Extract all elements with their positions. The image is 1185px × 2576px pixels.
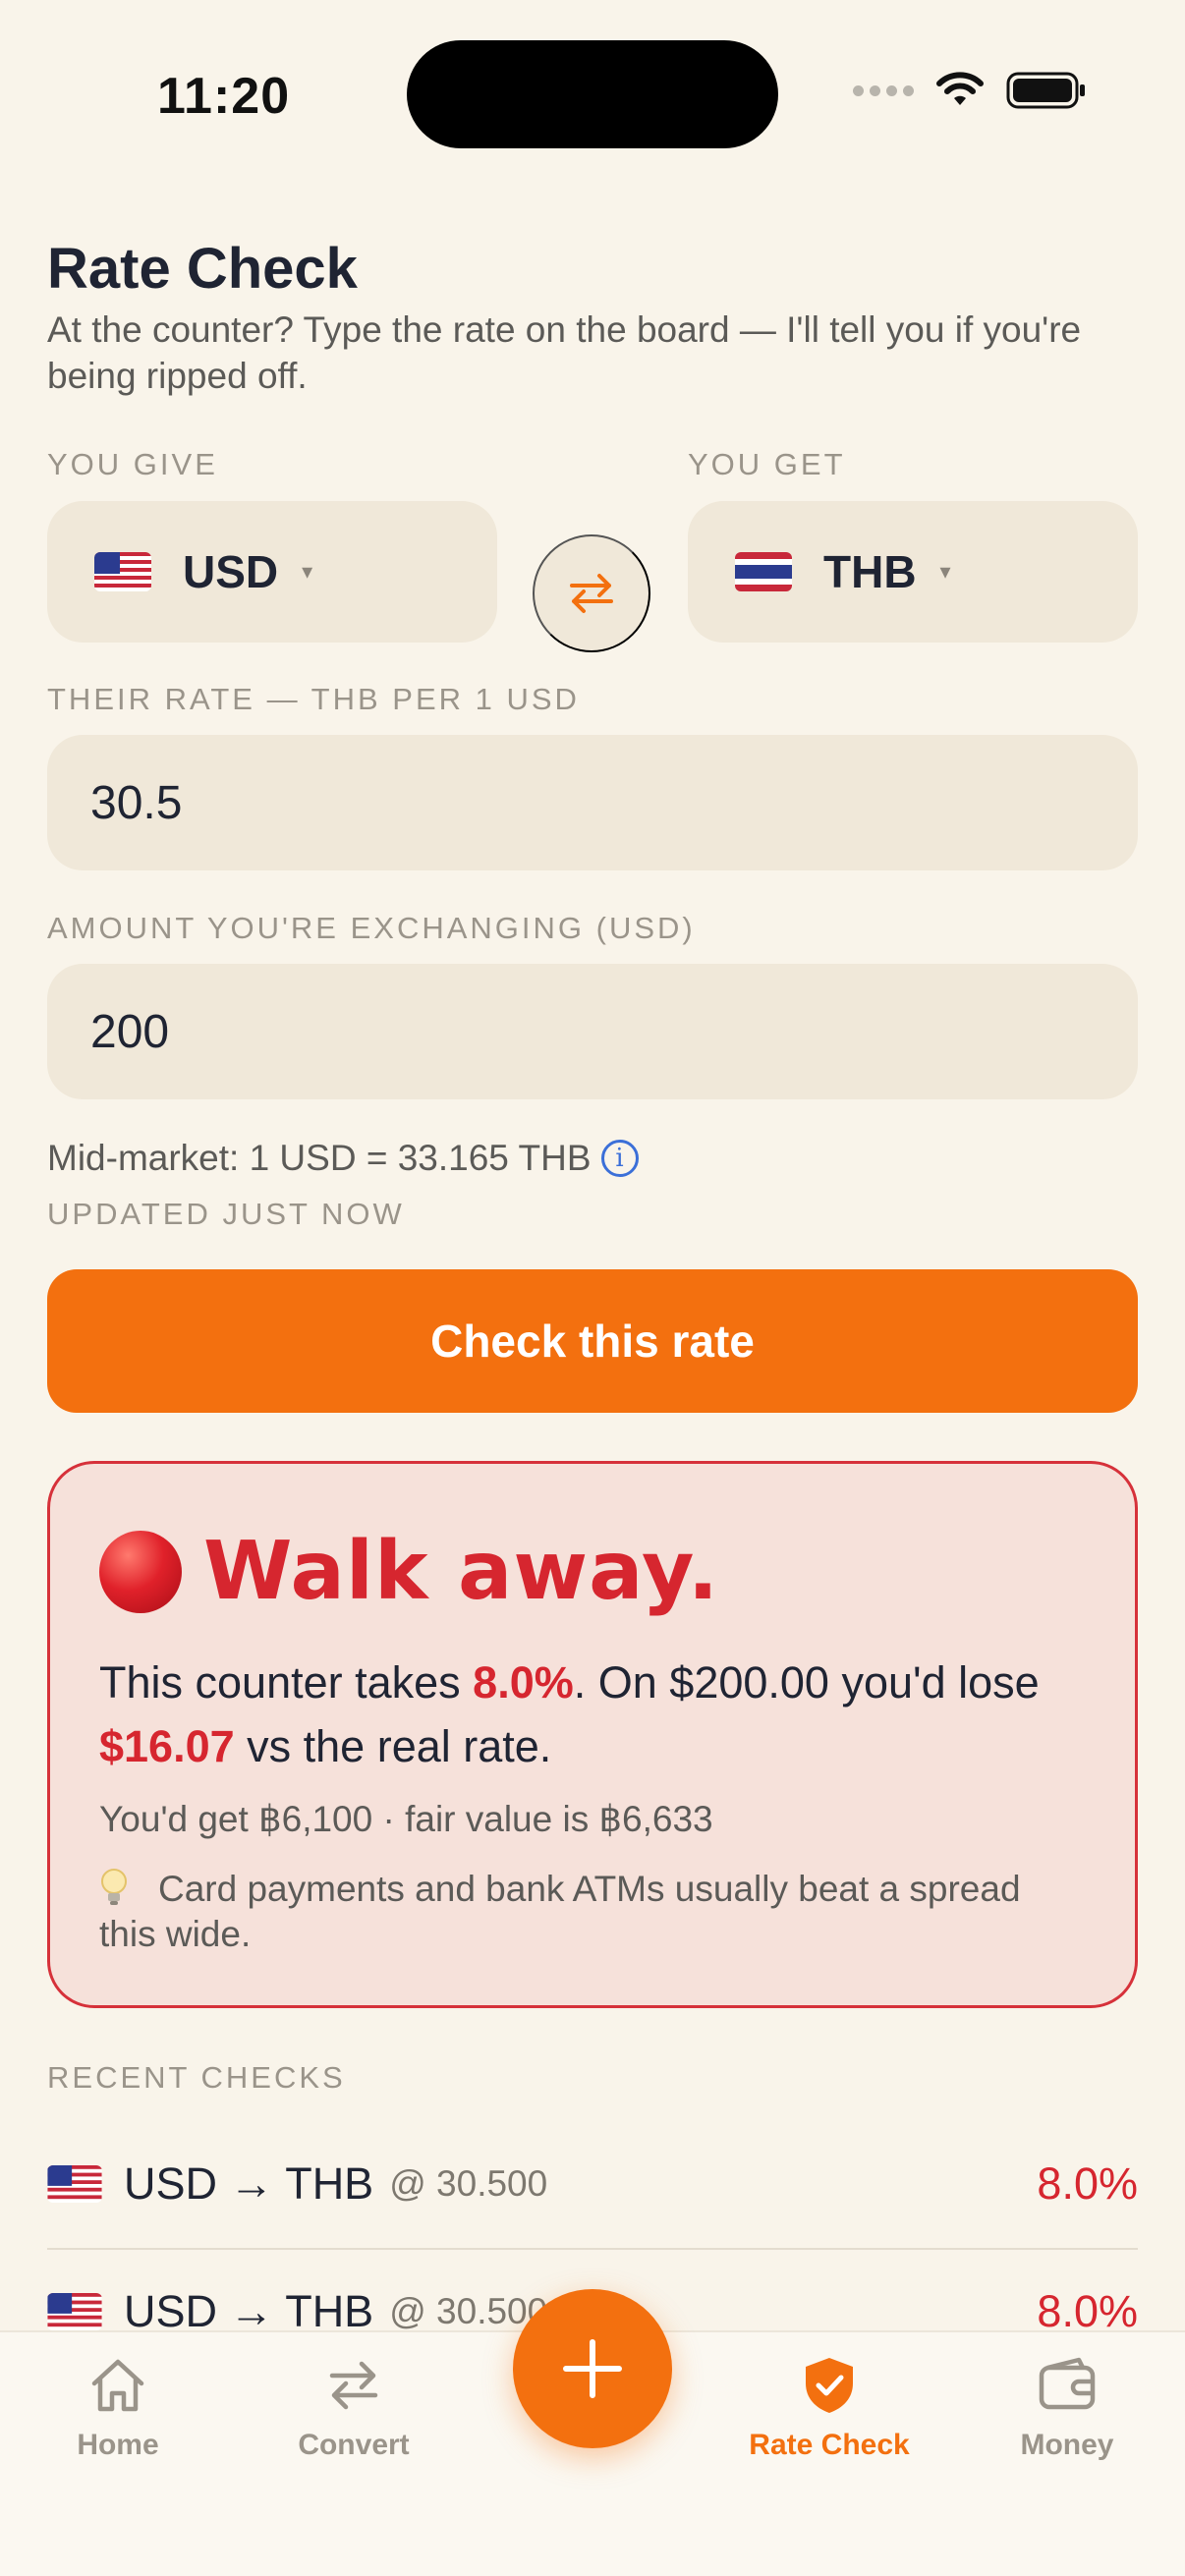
divider [47,2248,1138,2250]
page-subtitle: At the counter? Type the rate on the boa… [47,309,1082,396]
home-icon [91,2359,144,2412]
tab-label: Money [1020,2429,1114,2461]
tab-rate-check[interactable]: Rate Check [731,2354,928,2462]
red-circle-icon [99,1530,182,1613]
updated-timestamp: UPDATED JUST NOW [47,1197,405,1231]
verdict: Walk away. [99,1525,719,1618]
info-icon[interactable]: i [600,1140,639,1177]
us-flag-icon [47,2165,102,2203]
recent-spread: 8.0% [1037,2158,1138,2209]
tab-home[interactable]: Home [20,2354,216,2462]
tab-label: Home [77,2429,159,2461]
check-rate-button[interactable]: Check this rate [47,1269,1138,1413]
their-rate-input[interactable]: 30.5 [47,735,1138,870]
wifi-icon [936,72,984,105]
mid-market-rate: Mid-market: 1 USD = 33.165 THB i [47,1138,639,1179]
give-currency-code: USD [183,546,279,597]
status-time: 11:20 [157,68,291,125]
verdict-body: This counter takes 8.0%. On $200.00 you'… [99,1651,1101,1778]
lightbulb-icon [99,1868,129,1905]
get-currency-code: THB [823,546,917,597]
tab-convert[interactable]: Convert [255,2354,452,2462]
recent-check-row[interactable]: USD → THB @ 30.500 8.0% [47,2130,1138,2238]
cellular-signal-icon [853,84,914,96]
shield-check-icon [806,2358,853,2413]
recent-rate: @ 30.500 [389,2163,548,2204]
recent-checks-label: RECENT CHECKS [47,2060,346,2095]
their-rate-label: THEIR RATE — THB PER 1 USD [47,682,580,716]
amount-input[interactable]: 200 [47,964,1138,1099]
chevron-down-icon: ▾ [939,559,951,584]
mid-market-text: Mid-market: 1 USD = 33.165 THB [47,1138,592,1178]
recent-pair: USD → THB [124,2158,374,2209]
you-get-label: YOU GET [688,447,846,481]
wallet-icon [1039,2357,1096,2410]
add-button[interactable] [513,2289,672,2448]
tab-label: Convert [298,2429,410,2461]
plus-icon [563,2339,622,2398]
thai-flag-icon [735,552,792,591]
give-currency-select[interactable]: USD ▾ [47,501,497,643]
tab-label: Rate Check [749,2429,910,2461]
swap-icon [329,2361,378,2410]
verdict-tip: Card payments and bank ATMs usually beat… [99,1867,1082,1957]
status-bar: 11:20 [0,0,1185,187]
verdict-body-suffix: vs the real rate. [234,1721,552,1771]
page-title: Rate Check [47,237,358,301]
us-flag-icon [47,2293,102,2330]
battery-icon [1006,72,1085,109]
us-flag-icon [94,552,151,591]
verdict-body-mid: . On $200.00 you'd lose [573,1657,1040,1708]
swap-currencies-button[interactable] [533,534,650,652]
tab-money[interactable]: Money [969,2354,1165,2462]
chevron-down-icon: ▾ [302,559,313,584]
dynamic-island [407,40,778,148]
amount-label: AMOUNT YOU'RE EXCHANGING (USD) [47,911,696,945]
you-give-label: YOU GIVE [47,447,218,481]
loss-value: $16.07 [99,1721,235,1771]
verdict-detail: You'd get ฿6,100 · fair value is ฿6,633 [99,1799,713,1839]
get-currency-select[interactable]: THB ▾ [688,501,1138,643]
verdict-text: Walk away. [203,1525,720,1618]
swap-icon [570,574,613,613]
verdict-tip-text: Card payments and bank ATMs usually beat… [99,1869,1021,1954]
result-card: Walk away. This counter takes 8.0%. On $… [47,1461,1138,2008]
status-icons [853,71,1087,110]
spread-value: 8.0% [473,1657,574,1708]
verdict-body-prefix: This counter takes [99,1657,474,1708]
